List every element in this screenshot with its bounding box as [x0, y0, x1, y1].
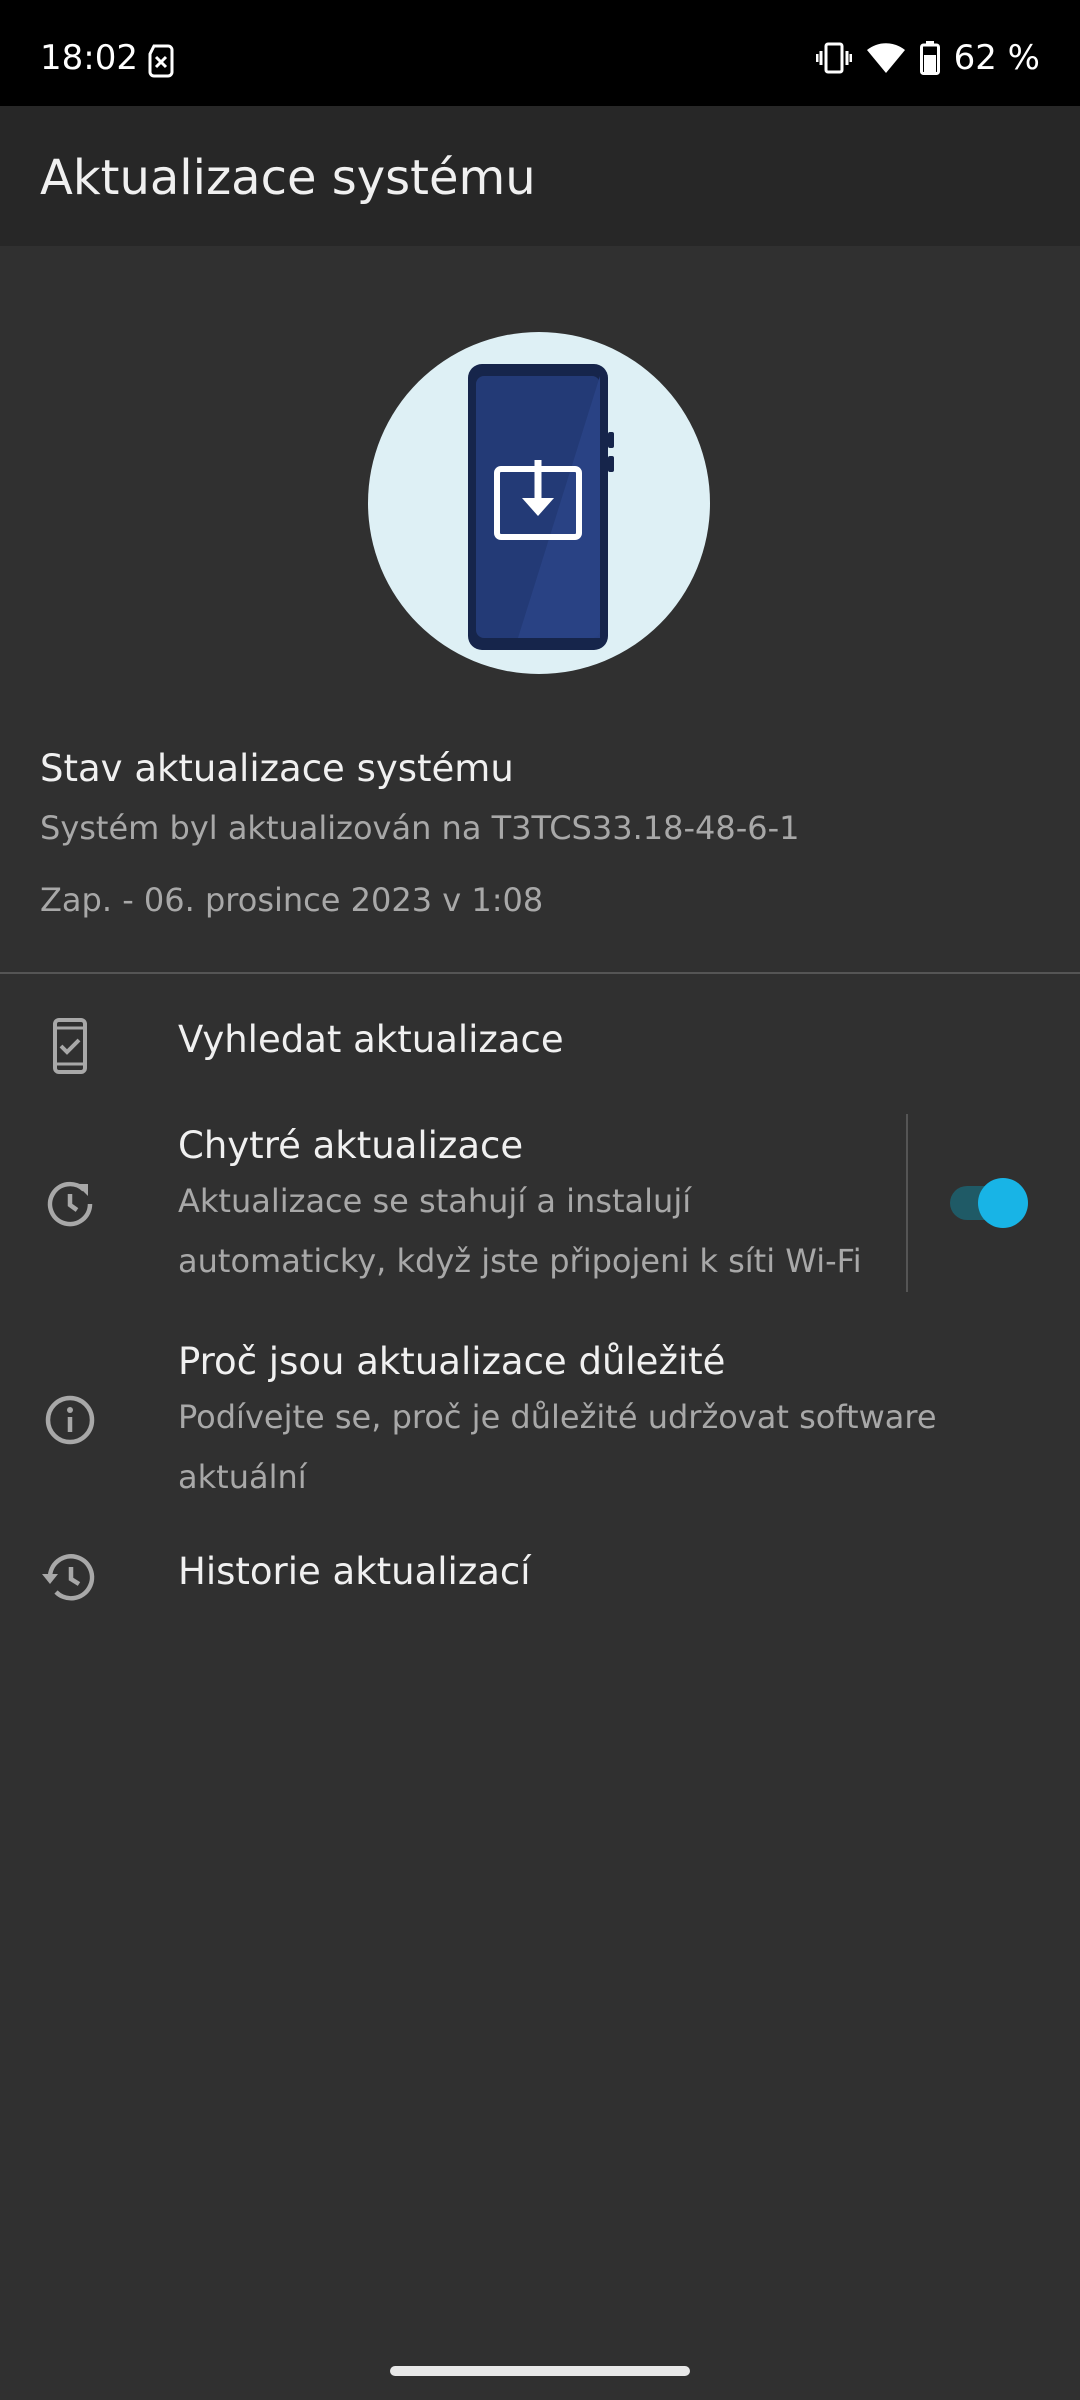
- smart-updates-desc-line1: Aktualizace se stahují a instalují: [178, 1182, 692, 1220]
- update-status-title: Stav aktualizace systému: [40, 747, 514, 790]
- why-updates-desc-line1: Podívejte se, proč je důležité udržovat …: [178, 1398, 937, 1436]
- smart-updates-row[interactable]: Chytré aktualizace Aktualizace se stahuj…: [0, 1112, 1080, 1298]
- toggle-thumb: [978, 1178, 1028, 1228]
- gesture-nav-handle[interactable]: [390, 2366, 690, 2376]
- history-icon: [42, 1554, 95, 1601]
- schedule-refresh-icon: [47, 1181, 93, 1227]
- info-icon: [45, 1395, 95, 1445]
- status-icons: 62 %: [815, 38, 1040, 78]
- vibrate-icon: [815, 42, 852, 74]
- sim-card-alert-icon: [148, 44, 174, 78]
- update-status-version: Systém byl aktualizován na T3TCS33.18-48…: [40, 809, 800, 847]
- check-updates-label: Vyhledat aktualizace: [178, 1018, 564, 1061]
- smart-updates-desc-line2: automaticky, když jste připojeni k síti …: [178, 1242, 862, 1280]
- page-title: Aktualizace systému: [40, 150, 536, 206]
- battery-icon: [919, 41, 940, 75]
- update-status-date: Zap. - 06. prosince 2023 v 1:08: [40, 881, 544, 919]
- phone-download-illustration: [368, 332, 710, 674]
- why-updates-desc-line2: aktuální: [178, 1458, 307, 1496]
- status-bar: 18:02 62 %: [0, 0, 1080, 106]
- app-bar: Aktualizace systému: [0, 106, 1080, 246]
- toggle-separator: [906, 1114, 908, 1292]
- update-history-label: Historie aktualizací: [178, 1550, 531, 1593]
- check-updates-row[interactable]: Vyhledat aktualizace: [0, 1006, 1080, 1086]
- status-time: 18:02: [40, 38, 138, 78]
- smart-updates-title: Chytré aktualizace: [178, 1124, 524, 1167]
- divider: [0, 972, 1080, 974]
- wifi-icon: [866, 43, 905, 73]
- phone-check-icon: [53, 1018, 87, 1074]
- battery-percentage: 62 %: [953, 38, 1040, 78]
- update-status-section: Stav aktualizace systému Systém byl aktu…: [40, 746, 1040, 920]
- why-updates-row[interactable]: Proč jsou aktualizace důležité Podívejte…: [0, 1328, 1080, 1514]
- smart-updates-toggle[interactable]: [948, 1178, 1032, 1228]
- update-history-row[interactable]: Historie aktualizací: [0, 1538, 1080, 1618]
- why-updates-title: Proč jsou aktualizace důležité: [178, 1340, 726, 1383]
